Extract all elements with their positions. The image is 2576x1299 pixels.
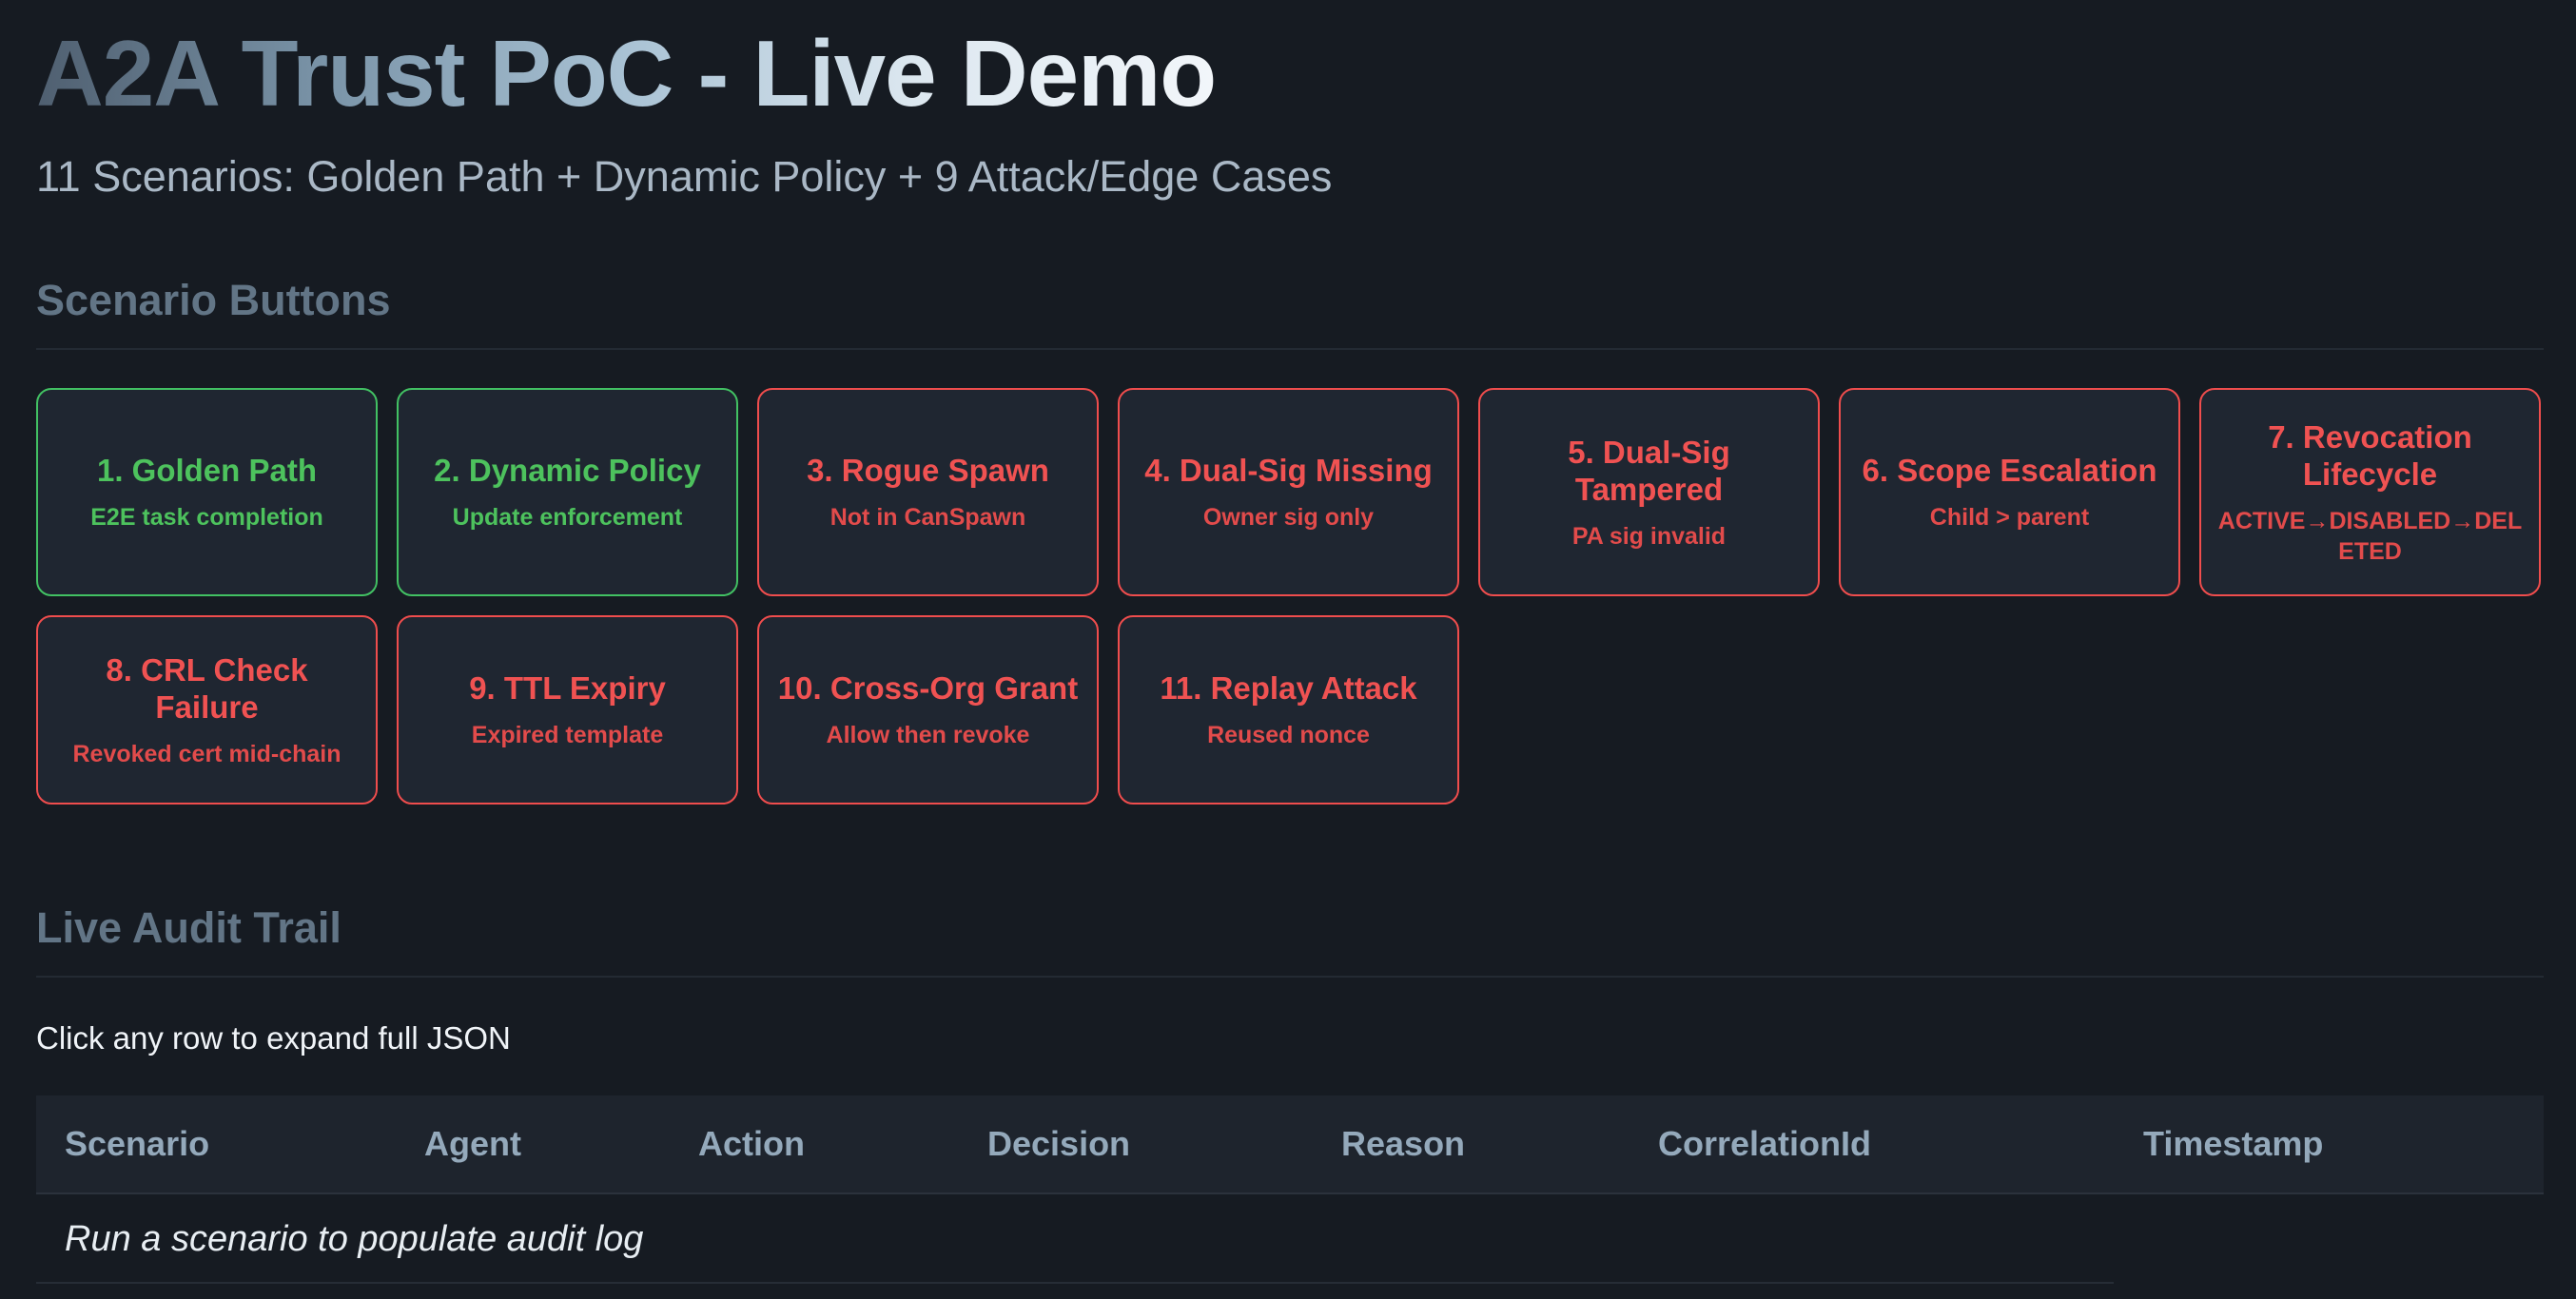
scenario-button-subtitle: E2E task completion	[90, 504, 323, 531]
row-divider	[36, 1282, 2114, 1284]
scenario-button-title: 9. TTL Expiry	[469, 670, 666, 706]
audit-hint-text: Click any row to expand full JSON	[36, 1020, 511, 1056]
scenario-button-grid: 1. Golden Path E2E task completion 2. Dy…	[36, 388, 2544, 805]
scenario-section-heading: Scenario Buttons	[36, 276, 391, 324]
audit-table-header: Scenario Agent Action Decision Reason Co…	[36, 1095, 2544, 1194]
scenario-button-replay-attack[interactable]: 11. Replay Attack Reused nonce	[1118, 615, 1459, 805]
scenario-section-divider	[36, 348, 2544, 350]
column-header-reason: Reason	[1341, 1124, 1466, 1163]
column-header-scenario: Scenario	[65, 1124, 210, 1163]
scenario-button-subtitle: Not in CanSpawn	[829, 504, 1026, 531]
scenario-button-title: 2. Dynamic Policy	[434, 453, 701, 488]
scenario-button-title: 1. Golden Path	[96, 453, 318, 488]
column-header-correlation-id: CorrelationId	[1658, 1124, 1872, 1163]
scenario-button-subtitle: Update enforcement	[452, 504, 683, 531]
scenario-button-crl-check-failure[interactable]: 8. CRL Check Failure Revoked cert mid-ch…	[36, 615, 378, 805]
scenario-button-title: 5. Dual-Sig Tampered	[1568, 434, 1730, 507]
scenario-button-title: 11. Replay Attack	[1160, 670, 1417, 706]
scenario-button-title: 6. Scope Escalation	[1862, 453, 2157, 488]
column-header-decision: Decision	[987, 1124, 1131, 1163]
scenario-button-subtitle: ACTIVE→DISABLED→DELETED	[2217, 507, 2523, 565]
scenario-button-subtitle: Expired template	[471, 722, 664, 748]
scenario-button-title: 4. Dual-Sig Missing	[1144, 453, 1433, 488]
scenario-button-subtitle: Owner sig only	[1202, 504, 1375, 531]
audit-section-divider	[36, 976, 2544, 978]
scenario-button-title: 3. Rogue Spawn	[807, 453, 1049, 488]
scenario-button-subtitle: Reused nonce	[1207, 722, 1370, 748]
audit-section-heading: Live Audit Trail	[36, 903, 342, 952]
scenario-button-cross-org-grant[interactable]: 10. Cross-Org Grant Allow then revoke	[757, 615, 1099, 805]
table-row[interactable]: Run a scenario to populate audit log	[36, 1194, 2544, 1284]
column-header-timestamp: Timestamp	[2143, 1124, 2324, 1163]
scenario-button-title: 8. CRL Check Failure	[106, 651, 308, 725]
scenario-button-ttl-expiry[interactable]: 9. TTL Expiry Expired template	[397, 615, 738, 805]
scenario-button-title: 7. Revocation Lifecycle	[2268, 418, 2472, 492]
scenario-button-subtitle: Child > parent	[1929, 504, 2090, 531]
scenario-button-title: 10. Cross-Org Grant	[777, 670, 1079, 706]
column-header-action: Action	[698, 1124, 805, 1163]
scenario-button-dual-sig-missing[interactable]: 4. Dual-Sig Missing Owner sig only	[1118, 388, 1459, 596]
scenario-button-subtitle: PA sig invalid	[1571, 522, 1727, 550]
scenario-button-subtitle: Revoked cert mid-chain	[72, 740, 342, 767]
scenario-button-revocation-lifecycle[interactable]: 7. Revocation Lifecycle ACTIVE→DISABLED→…	[2199, 388, 2541, 596]
scenario-button-scope-escalation[interactable]: 6. Scope Escalation Child > parent	[1839, 388, 2180, 596]
scenario-button-dynamic-policy[interactable]: 2. Dynamic Policy Update enforcement	[397, 388, 738, 596]
audit-table: Scenario Agent Action Decision Reason Co…	[36, 1095, 2544, 1284]
scenario-button-rogue-spawn[interactable]: 3. Rogue Spawn Not in CanSpawn	[757, 388, 1099, 596]
audit-empty-message: Run a scenario to populate audit log	[65, 1219, 644, 1259]
column-header-agent: Agent	[424, 1124, 521, 1163]
scenario-button-golden-path[interactable]: 1. Golden Path E2E task completion	[36, 388, 378, 596]
scenario-button-dual-sig-tampered[interactable]: 5. Dual-Sig Tampered PA sig invalid	[1478, 388, 1820, 596]
scenario-button-subtitle: Allow then revoke	[826, 722, 1030, 748]
page-title: A2A Trust PoC - Live Demo	[36, 21, 1217, 126]
page-subtitle: 11 Scenarios: Golden Path + Dynamic Poli…	[36, 152, 1333, 201]
